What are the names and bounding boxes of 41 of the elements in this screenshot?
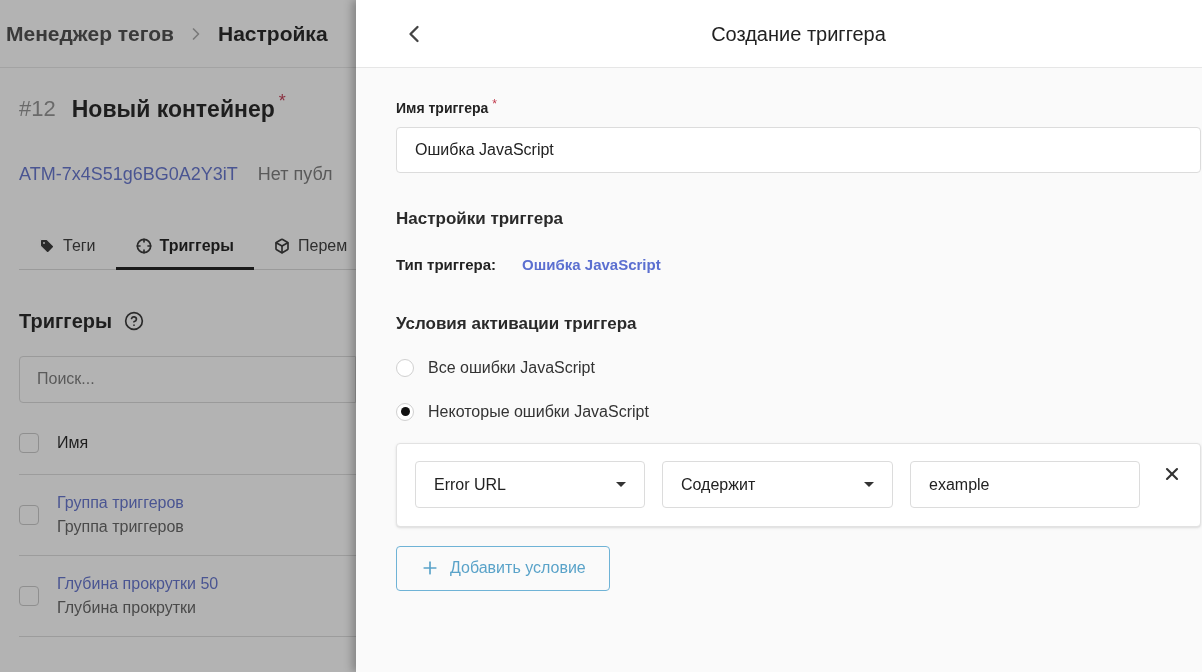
breadcrumb-item: Настройка	[218, 20, 328, 47]
search-field[interactable]: Поиск...	[19, 355, 356, 403]
trigger-link[interactable]: Группа триггеров	[57, 490, 184, 515]
container-number: #12	[19, 95, 56, 123]
checkbox[interactable]	[19, 585, 39, 606]
tab[interactable]: Триггеры	[115, 225, 254, 270]
value-field[interactable]: example	[910, 461, 1140, 508]
container-title: Новый контейнер	[71, 95, 275, 124]
section-heading: Настройки триггера	[396, 208, 565, 230]
tab[interactable]: Перем	[254, 225, 356, 270]
tab[interactable]: Теги	[19, 225, 116, 270]
field-dropdown[interactable]: Error URL	[415, 461, 645, 508]
publish-status: Нет публ	[257, 162, 333, 186]
caret-icon	[616, 482, 626, 487]
required-mark: *	[492, 98, 497, 110]
required-mark: *	[278, 92, 286, 110]
radio-button[interactable]	[396, 358, 414, 377]
section-heading: Условия активации триггера	[396, 313, 638, 335]
trigger-type: Группа триггеров	[57, 516, 184, 537]
operator-dropdown[interactable]: Содержит	[662, 461, 893, 508]
trigger-link[interactable]: Глубина прокрутки 50	[57, 571, 219, 596]
breadcrumb-item[interactable]: Менеджер тегов	[6, 17, 174, 50]
radio-option[interactable]: Все ошибки JavaScript	[396, 355, 1201, 380]
panel-title: Создание триггера	[710, 21, 887, 47]
cube-icon	[274, 238, 290, 254]
checkbox[interactable]	[19, 504, 39, 525]
help-icon[interactable]	[124, 310, 145, 331]
radio-option[interactable]: Некоторые ошибки JavaScript	[396, 399, 1201, 424]
field-label: Имя триггера	[396, 99, 489, 118]
trigger-type-link[interactable]: Ошибка JavaScript	[522, 253, 661, 276]
section-title: Триггеры	[19, 308, 113, 334]
radio-button[interactable]	[396, 402, 414, 421]
tag-icon	[39, 238, 55, 254]
trigger-type: Глубина прокрутки	[57, 597, 197, 618]
column-header: Имя	[57, 433, 89, 453]
container-id[interactable]: ATM-7x4S51g6BG0A2Y3iT	[19, 160, 238, 188]
type-label: Тип триггера:	[396, 254, 497, 275]
caret-icon	[864, 482, 874, 487]
checkbox[interactable]	[19, 433, 39, 453]
crosshair-icon	[135, 238, 152, 254]
trigger-name-field[interactable]: Ошибка JavaScript	[396, 127, 1201, 173]
